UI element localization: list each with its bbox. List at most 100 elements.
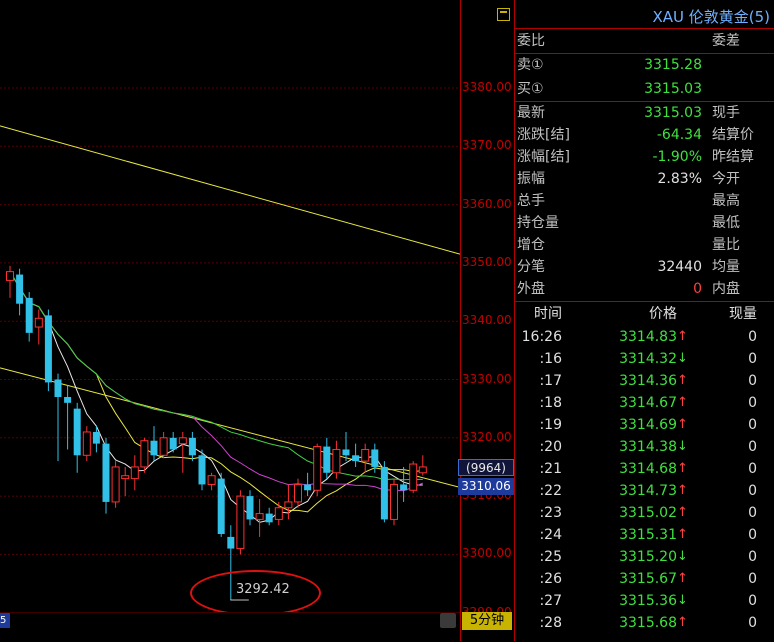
quote-row: 分笔 32440 均量 [517,256,772,278]
candle-body[interactable] [92,431,100,444]
tick-price: 3314.73 [619,483,677,499]
candle-body[interactable] [265,513,273,523]
trend-line[interactable] [0,125,460,255]
candle-body[interactable] [284,501,293,509]
tick-time: 16:26 [521,329,562,345]
sell-row: 卖① 3315.28 [517,54,772,76]
candle-body[interactable] [217,478,225,534]
tick-row[interactable]: :22 3314.73 ↑ 0 [517,480,772,502]
candle-body[interactable] [73,408,81,456]
price-axis-label: 3380.00 [462,80,512,94]
up-arrow-icon: ↑ [677,373,688,388]
tick-time: :20 [539,439,562,455]
candle-body[interactable] [16,274,24,304]
tick-row[interactable]: :19 3314.69 ↑ 0 [517,414,772,436]
quote-label-2: 结算价 [712,127,754,143]
candle-body[interactable] [304,484,312,491]
candle-body[interactable] [130,466,139,480]
candle-body[interactable] [313,446,322,491]
candle-body[interactable] [169,437,177,450]
candle-body[interactable] [390,483,398,520]
up-arrow-icon: ↑ [677,395,688,410]
candle-body[interactable] [34,317,43,328]
tick-time: :19 [539,417,562,433]
instrument-title: XAU 伦敦黄金(5) [652,8,770,26]
candle-body[interactable] [150,440,158,456]
tick-row[interactable]: :20 3314.38 ↓ 0 [517,436,772,458]
candle-body[interactable] [6,271,14,281]
candle-body[interactable] [111,466,120,503]
candle-body[interactable] [159,437,168,456]
candle-body[interactable] [227,536,235,549]
candle-body[interactable] [178,437,187,445]
tick-volume: 0 [748,505,757,521]
up-arrow-icon: ↑ [677,483,688,498]
quote-label-2: 最低 [712,215,740,231]
quote-label-2: 量比 [712,237,740,253]
price-axis-label: 3350.00 [462,254,512,269]
candle-body[interactable] [294,483,302,503]
candle-body[interactable] [255,513,264,520]
candle-body[interactable] [198,455,206,485]
candle-body[interactable] [64,396,72,403]
candle-body[interactable] [418,466,427,474]
price-axis-label: 3370.00 [462,138,512,153]
up-arrow-icon: ↑ [677,329,688,344]
candle-body[interactable] [342,449,350,456]
tick-volume: 0 [748,483,757,499]
candle-body[interactable] [121,475,130,480]
quote-row: 最新 3315.03 现手 [517,102,772,124]
tick-time: :24 [539,527,562,543]
candle-body[interactable] [25,297,33,333]
tick-price: 3314.83 [619,329,677,345]
tick-volume: 0 [748,439,757,455]
candle-body[interactable] [82,431,91,456]
chart-scrollbar[interactable] [0,612,460,642]
candle-body[interactable] [44,315,52,383]
tick-row[interactable]: :23 3315.02 ↑ 0 [517,502,772,524]
tick-row[interactable]: :25 3315.20 ↓ 0 [517,546,772,568]
candle-body[interactable] [352,455,360,462]
candle-body[interactable] [102,443,110,502]
scroll-left-label[interactable]: 5 [0,613,10,628]
candle-body[interactable] [207,475,216,485]
candle-body[interactable] [332,448,341,474]
tick-price: 3315.31 [619,527,677,543]
up-arrow-icon: ↑ [677,615,688,630]
quote-label-2: 内盘 [712,281,740,297]
tick-price: 3315.68 [619,615,677,631]
price-axis-label: 3360.00 [462,196,512,211]
candle-body[interactable] [140,440,149,468]
candle-body[interactable] [400,484,408,491]
scroll-button[interactable] [440,613,456,628]
price-axis-label: 3300.00 [462,546,512,561]
candle-body[interactable] [409,463,418,491]
tick-time: :23 [539,505,562,521]
quote-row: 持仓量 最低 [517,212,772,234]
candle-body[interactable] [380,466,388,520]
candle-body[interactable] [274,507,283,520]
tick-row[interactable]: 16:26 3314.83 ↑ 0 [517,326,772,348]
candle-body[interactable] [236,495,245,550]
tick-row[interactable]: :18 3314.67 ↑ 0 [517,392,772,414]
period-selector[interactable]: 5分钟 [462,612,512,630]
tick-row[interactable]: :26 3315.67 ↑ 0 [517,568,772,590]
tick-row[interactable]: :24 3315.31 ↑ 0 [517,524,772,546]
candle-body[interactable] [188,437,196,456]
tick-price: 3315.36 [619,593,677,609]
weicha-label: 委差 [712,33,740,49]
up-arrow-icon: ↑ [677,571,688,586]
tick-volume: 0 [748,461,757,477]
tick-row[interactable]: :16 3314.32 ↓ 0 [517,348,772,370]
tick-row[interactable]: :27 3315.36 ↓ 0 [517,590,772,612]
candle-body[interactable] [371,449,379,467]
tick-row[interactable]: :28 3315.68 ↑ 0 [517,612,772,634]
panel-toggle-icon[interactable] [497,8,510,21]
candle-body[interactable] [323,446,331,473]
tick-row[interactable]: :17 3314.36 ↑ 0 [517,370,772,392]
tick-row[interactable]: :21 3314.68 ↑ 0 [517,458,772,480]
candle-body[interactable] [54,379,62,397]
candle-body[interactable] [246,496,254,520]
candle-body[interactable] [361,448,370,462]
candlestick-chart[interactable] [0,0,460,612]
